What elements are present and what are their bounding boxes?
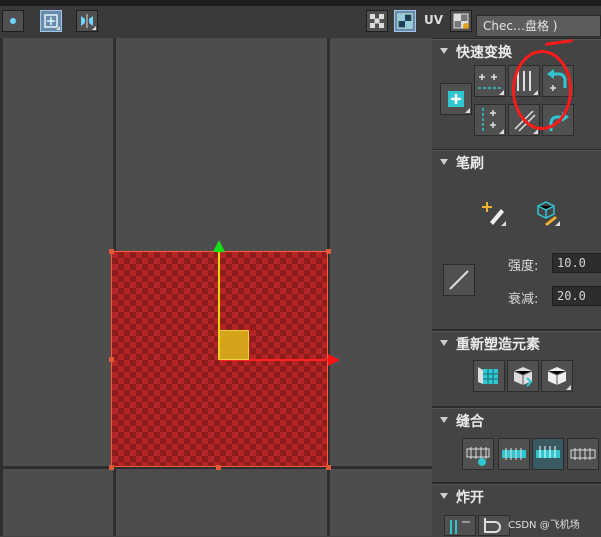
space-horizontal-button[interactable] — [508, 65, 540, 97]
checker-pattern-icon — [370, 14, 384, 28]
stitch-average-button[interactable] — [532, 438, 564, 470]
stitch-header[interactable]: 缝合 — [432, 409, 601, 431]
rotate-cw-button[interactable] — [542, 104, 574, 136]
unfold-button[interactable] — [541, 360, 573, 392]
selection-corner-handle[interactable] — [109, 249, 114, 254]
uv-channel-label[interactable]: UV — [424, 13, 443, 27]
section-title: 重新塑造元素 — [456, 337, 540, 353]
show-map-button[interactable] — [394, 10, 416, 32]
stitch-average-icon — [536, 446, 560, 458]
freeform-button[interactable] — [440, 83, 472, 115]
collapse-arrow-icon — [440, 159, 448, 165]
explode-header[interactable]: 炸开 — [432, 485, 601, 507]
checker-pattern-dropdown[interactable]: Chec…盘格 ) — [476, 15, 601, 37]
section-title: 炸开 — [456, 490, 484, 506]
stitch-target-icon — [570, 448, 596, 460]
selection-edge-handle[interactable] — [109, 357, 114, 362]
strength-input[interactable]: 10.0 — [552, 253, 601, 273]
relax-brush-button[interactable] — [530, 196, 562, 228]
stitch-custom-icon — [466, 447, 490, 466]
paint-move-button[interactable] — [476, 196, 508, 228]
stitch-source-icon — [502, 448, 526, 460]
quick-transform-header[interactable]: 快速变换 — [432, 40, 601, 62]
collapse-arrow-icon — [440, 48, 448, 54]
selection-corner-handle[interactable] — [326, 465, 331, 470]
falloff-label: 衰减: — [508, 292, 539, 307]
checker-map-icon — [397, 13, 413, 29]
rotate-right-icon — [549, 112, 569, 131]
reshape-elements-header[interactable]: 重新塑造元素 — [432, 332, 601, 354]
watermark: CSDN @飞机场 — [508, 520, 580, 531]
section-title: 缝合 — [456, 414, 484, 430]
select-vertex-button[interactable] — [2, 10, 24, 32]
break-button[interactable] — [444, 515, 476, 536]
cube-relax-icon — [513, 367, 533, 387]
stitch-custom-button[interactable] — [462, 438, 494, 470]
checker-toggle-button[interactable] — [366, 10, 388, 32]
section-title: 快速变换 — [456, 45, 512, 61]
section-title: 笔刷 — [456, 156, 484, 172]
top-menu-strip — [0, 0, 601, 6]
stitch-source-button[interactable] — [498, 438, 530, 470]
grid-line — [0, 38, 3, 536]
rotate-ccw-button[interactable] — [542, 65, 574, 97]
gizmo-x-arrow[interactable] — [328, 354, 340, 366]
selection-corner-handle[interactable] — [326, 249, 331, 254]
gizmo-xy-plane-handle[interactable] — [219, 330, 249, 360]
relax-button[interactable] — [507, 360, 539, 392]
vertex-icon — [10, 18, 16, 24]
collapse-arrow-icon — [440, 493, 448, 499]
texture-checker-icon — [453, 13, 469, 29]
stitch-target-button[interactable] — [567, 438, 599, 470]
falloff-line-icon — [449, 270, 469, 290]
weld-button[interactable] — [478, 515, 510, 536]
select-element-button[interactable] — [40, 10, 62, 32]
align-vertical-button[interactable] — [474, 104, 506, 136]
brush-header[interactable]: 笔刷 — [432, 151, 601, 173]
falloff-input[interactable]: 20.0 — [552, 286, 601, 306]
break-apart-icon — [450, 520, 470, 534]
top-toolbar: UV Chec…盘格 ) — [0, 0, 601, 39]
space-diagonal-button[interactable] — [508, 104, 540, 136]
gizmo-y-arrow[interactable] — [213, 240, 225, 252]
straighten-button[interactable] — [473, 360, 505, 392]
collapse-arrow-icon — [440, 340, 448, 346]
selection-edge-handle[interactable] — [216, 465, 221, 470]
brush-falloff-button[interactable] — [443, 264, 475, 296]
mirror-button[interactable] — [76, 10, 98, 32]
rotate-left-icon — [547, 69, 567, 91]
grid-straighten-icon — [478, 367, 498, 384]
weld-icon — [484, 518, 501, 533]
texture-picker-button[interactable] — [450, 10, 472, 32]
selection-corner-handle[interactable] — [109, 465, 114, 470]
align-horizontal-button[interactable] — [474, 65, 506, 97]
collapse-arrow-icon — [440, 417, 448, 423]
strength-label: 强度: — [508, 259, 539, 274]
